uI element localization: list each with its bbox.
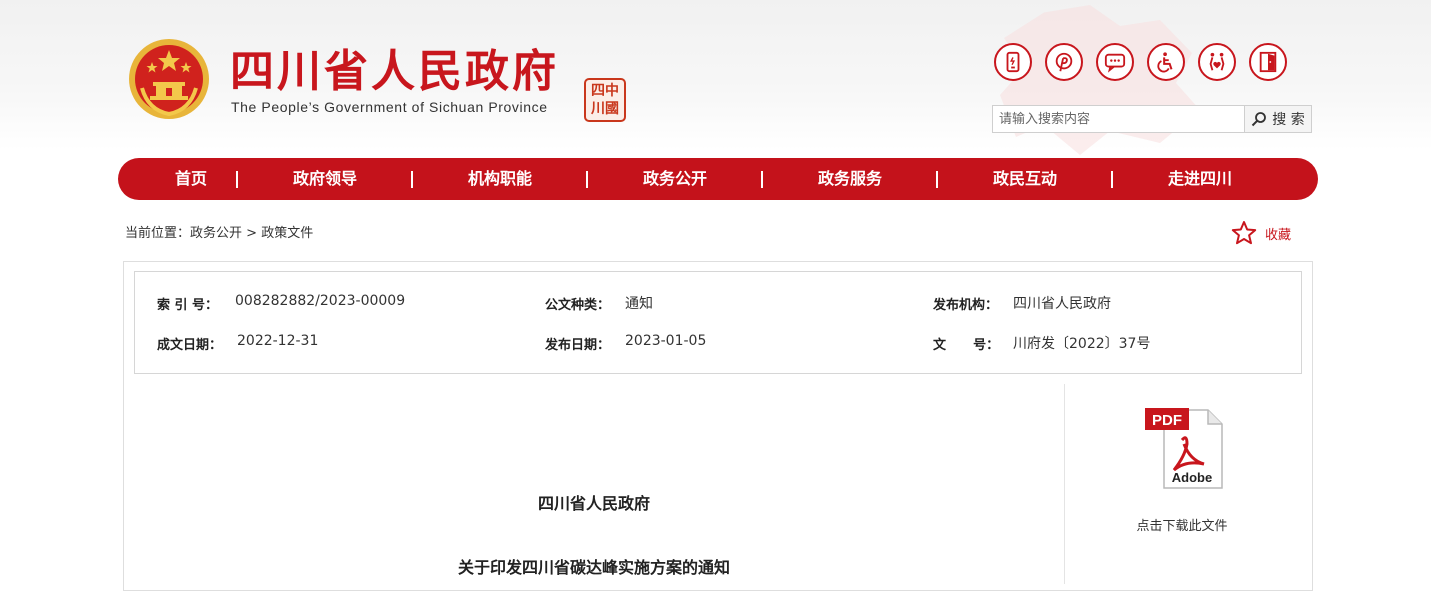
nav-item-institutions[interactable]: 机构职能 <box>445 169 555 189</box>
published-date-value: 2023-01-05 <box>625 333 707 349</box>
breadcrumb-prefix: 当前位置： <box>125 226 191 241</box>
content-divider <box>1064 384 1065 584</box>
nav-item-about-sichuan[interactable]: 走进四川 <box>1145 169 1255 189</box>
search-button-label: 搜 索 <box>1272 112 1305 128</box>
china-sichuan-seal: 四中 川國 <box>584 78 626 122</box>
search-input[interactable] <box>992 105 1244 133</box>
pinterest-icon[interactable] <box>1045 43 1083 81</box>
accessibility-icon[interactable] <box>1147 43 1185 81</box>
search-icon <box>1252 112 1267 127</box>
breadcrumb-link-policy-documents[interactable]: 政策文件 <box>261 226 313 241</box>
star-icon <box>1231 221 1257 245</box>
document-type-value: 通知 <box>625 296 653 312</box>
document-number-label: 文 号： <box>933 338 1000 353</box>
breadcrumb: 当前位置：政务公开 > 政策文件 <box>125 222 313 241</box>
index-number-label: 索 引 号： <box>157 298 219 313</box>
document-organization: 四川省人民政府 <box>537 494 650 513</box>
svg-text:PDF: PDF <box>1152 412 1182 429</box>
nav-separator <box>586 171 588 188</box>
nav-item-interaction[interactable]: 政民互动 <box>970 169 1080 189</box>
published-date-label: 发布日期： <box>545 338 611 353</box>
site-title: 四川省人民政府 <box>230 46 559 97</box>
created-date-label: 成文日期： <box>157 338 223 353</box>
issuer-value: 四川省人民政府 <box>1013 296 1111 312</box>
tool-icons-bar <box>994 43 1287 81</box>
message-icon[interactable] <box>1096 43 1134 81</box>
national-emblem-icon <box>129 39 209 119</box>
nav-separator <box>236 171 238 188</box>
nav-separator <box>761 171 763 188</box>
document-meta-box: 索 引 号： 008282882/2023-00009 公文种类： 通知 发布机… <box>134 271 1302 374</box>
mobile-icon[interactable] <box>994 43 1032 81</box>
nav-separator <box>1111 171 1113 188</box>
index-number-value: 008282882/2023-00009 <box>235 293 406 309</box>
nav-item-leaders[interactable]: 政府领导 <box>270 169 380 189</box>
created-date-value: 2022-12-31 <box>237 333 319 349</box>
document-title: 关于印发四川省碳达峰实施方案的通知 <box>457 558 730 577</box>
search-box: 搜 索 <box>992 105 1312 133</box>
nav-item-open-government[interactable]: 政务公开 <box>620 169 730 189</box>
document-type-label: 公文种类： <box>545 298 611 313</box>
issuer-label: 发布机构： <box>933 298 999 313</box>
favorite-button[interactable]: 收藏 <box>1231 220 1291 246</box>
main-nav: 首页 政府领导 机构职能 政务公开 政务服务 政民互动 走进四川 <box>118 158 1318 200</box>
breadcrumb-separator: > <box>246 226 258 241</box>
nav-item-services[interactable]: 政务服务 <box>795 169 905 189</box>
search-button[interactable]: 搜 索 <box>1244 105 1312 133</box>
site-subtitle: The People’s Government of Sichuan Provi… <box>231 99 548 115</box>
nav-separator <box>936 171 938 188</box>
svg-text:Adobe: Adobe <box>1172 470 1212 485</box>
exit-door-icon[interactable] <box>1249 43 1287 81</box>
pdf-file-icon[interactable]: PDF Adobe <box>1144 406 1224 490</box>
favorite-label: 收藏 <box>1265 227 1292 243</box>
nav-separator <box>411 171 413 188</box>
document-number-value: 川府发〔2022〕37号 <box>1013 336 1151 352</box>
elderly-care-icon[interactable] <box>1198 43 1236 81</box>
nav-item-home[interactable]: 首页 <box>136 169 246 189</box>
breadcrumb-link-open-government[interactable]: 政务公开 <box>190 226 242 241</box>
download-file-link[interactable]: 点击下载此文件 <box>1112 515 1252 534</box>
